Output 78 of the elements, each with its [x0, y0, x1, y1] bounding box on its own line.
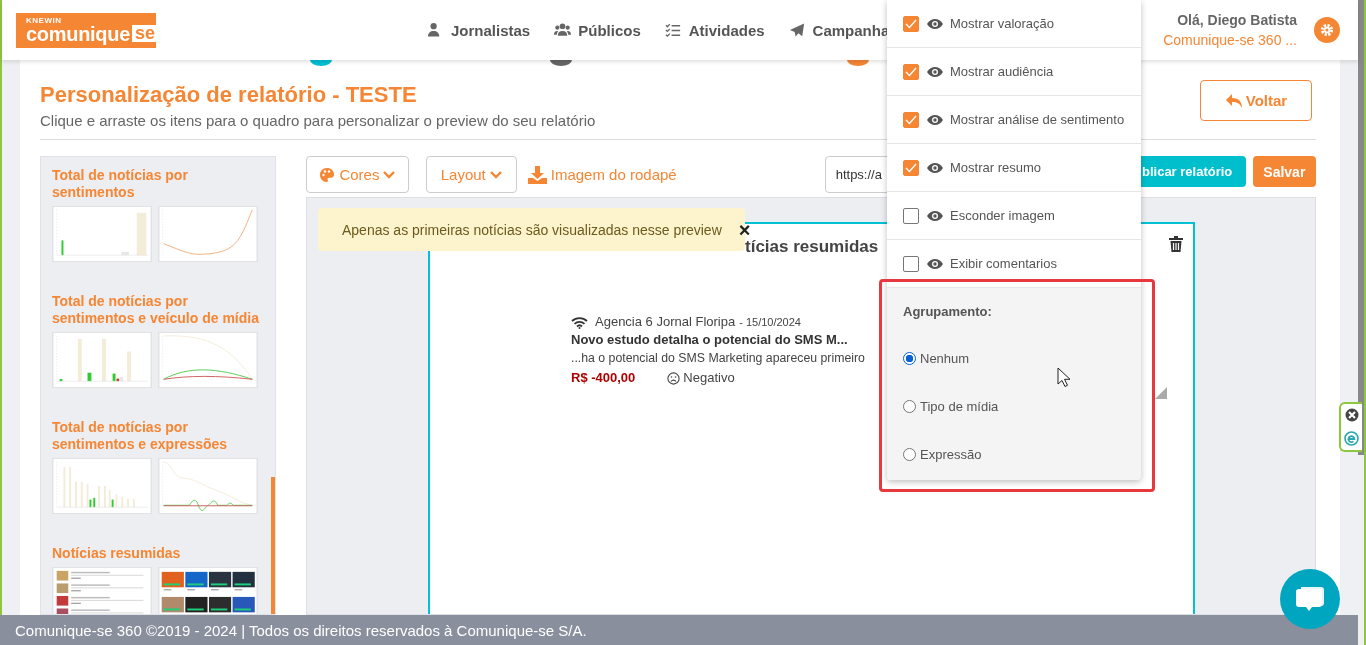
nav-link[interactable]: Campanha — [788, 21, 890, 39]
widget-title: Notícias resumidas — [52, 545, 182, 562]
radio-label[interactable]: Nenhum — [920, 350, 970, 366]
checkmark-icon — [905, 114, 917, 125]
option-label[interactable]: Exibir comentarios — [950, 256, 1057, 271]
checkbox[interactable] — [903, 255, 919, 272]
option-label[interactable]: Esconder imagem — [950, 208, 1055, 223]
widget-thumbnail[interactable] — [52, 458, 152, 514]
widget-thumbnail[interactable] — [52, 332, 152, 388]
notice-text: Apenas as primeiras notícias são visualizadas nesse preview — [342, 221, 722, 238]
scrollbar-thumb[interactable] — [1358, 0, 1364, 455]
radio-label[interactable]: Expressão — [920, 446, 982, 462]
close-button[interactable]: × — [738, 219, 751, 240]
checkbox[interactable] — [903, 111, 919, 128]
news-date: - 15/10/2024 — [739, 315, 801, 330]
option-label[interactable]: Mostrar resumo — [950, 160, 1042, 175]
widget-title: Total de notícias por sentimentos e veículo de mídia — [52, 293, 260, 327]
checkbox[interactable] — [903, 207, 919, 224]
footer-text: Comunique-se 360 ©2019 - 2024 | Todos os direitos reservados à Comunique-se S/A. — [0, 615, 1358, 645]
page-title: Personalização de relatório - TESTE — [40, 82, 418, 108]
checkmark-icon — [905, 18, 917, 29]
radio-button[interactable] — [903, 351, 916, 365]
wifi-icon — [571, 315, 588, 329]
news-summary: ...ha o potencial do SMS Marketing apareceu primeiro — [571, 350, 865, 367]
checkbox[interactable] — [903, 159, 919, 176]
nav-link[interactable]: Jornalistas — [427, 21, 531, 39]
eye-icon — [927, 258, 943, 269]
widget-thumbnail[interactable] — [158, 206, 258, 262]
news-headline: Novo estudo detalha o potencial do SMS M... — [571, 331, 849, 349]
section-title: tícias resumidas — [745, 237, 879, 257]
option-label[interactable]: Mostrar audiência — [950, 64, 1054, 79]
people-icon — [554, 22, 572, 38]
chat-bubble-icon — [1295, 585, 1325, 613]
widget-thumbnail[interactable] — [52, 567, 152, 614]
eye-icon — [927, 162, 943, 173]
nav-link[interactable]: Atividades — [664, 21, 765, 39]
option-label[interactable]: Mostrar análise de sentimento — [950, 112, 1125, 127]
widget-title: Total de notícias por sentimentos e expressões — [52, 419, 229, 453]
close-icon[interactable] — [1344, 408, 1359, 423]
checkbox[interactable] — [903, 15, 919, 32]
trash-icon[interactable] — [1169, 236, 1183, 252]
radio-button[interactable] — [903, 399, 916, 413]
news-source: Agencia 6 Jornal Floripa — [595, 313, 736, 331]
widget-thumbnail[interactable] — [158, 458, 258, 514]
widget-title: Total de notícias por sentimentos — [52, 167, 189, 201]
eye-icon — [927, 18, 943, 29]
grouping-label: Agrupamento: — [903, 304, 993, 319]
nav-link[interactable]: Públicos — [554, 21, 641, 39]
widget-thumbnail[interactable] — [158, 332, 258, 388]
page-subtitle: Clique e arraste os itens para o quadro para personalizar o preview do seu relatório — [40, 112, 596, 130]
e-circle-icon[interactable] — [1344, 430, 1359, 446]
settings-icon — [1320, 23, 1334, 37]
checkmark-icon — [905, 66, 917, 77]
eye-icon — [927, 114, 943, 125]
reply-arrow-icon — [1224, 92, 1243, 109]
checkbox[interactable] — [903, 63, 919, 80]
widget-thumbnail[interactable] — [52, 206, 152, 262]
chevron-down-icon — [383, 170, 396, 179]
settings-button[interactable] — [1314, 17, 1340, 43]
scrollbar-thumb[interactable] — [271, 477, 275, 614]
frown-icon — [667, 371, 681, 385]
checklist-icon — [664, 22, 682, 38]
sentiment-label: Negativo — [683, 369, 735, 387]
cursor-icon — [1057, 367, 1071, 388]
widget-thumbnail[interactable] — [158, 567, 258, 614]
user-greeting: Olá, Diego Batista — [1176, 11, 1297, 30]
news-value: R$ -400,00 — [571, 369, 636, 387]
radio-button[interactable] — [903, 447, 916, 461]
eye-icon — [927, 66, 943, 77]
paper-plane-icon — [788, 22, 806, 38]
radio-label[interactable]: Tipo de mídia — [920, 398, 999, 414]
eye-icon — [927, 210, 943, 221]
download-icon — [527, 165, 547, 184]
resize-handle-icon[interactable] — [1155, 387, 1167, 399]
chevron-down-icon — [489, 170, 502, 179]
option-label[interactable]: Mostrar valoração — [950, 16, 1055, 31]
palette-icon — [319, 166, 336, 183]
checkmark-icon — [905, 162, 917, 173]
